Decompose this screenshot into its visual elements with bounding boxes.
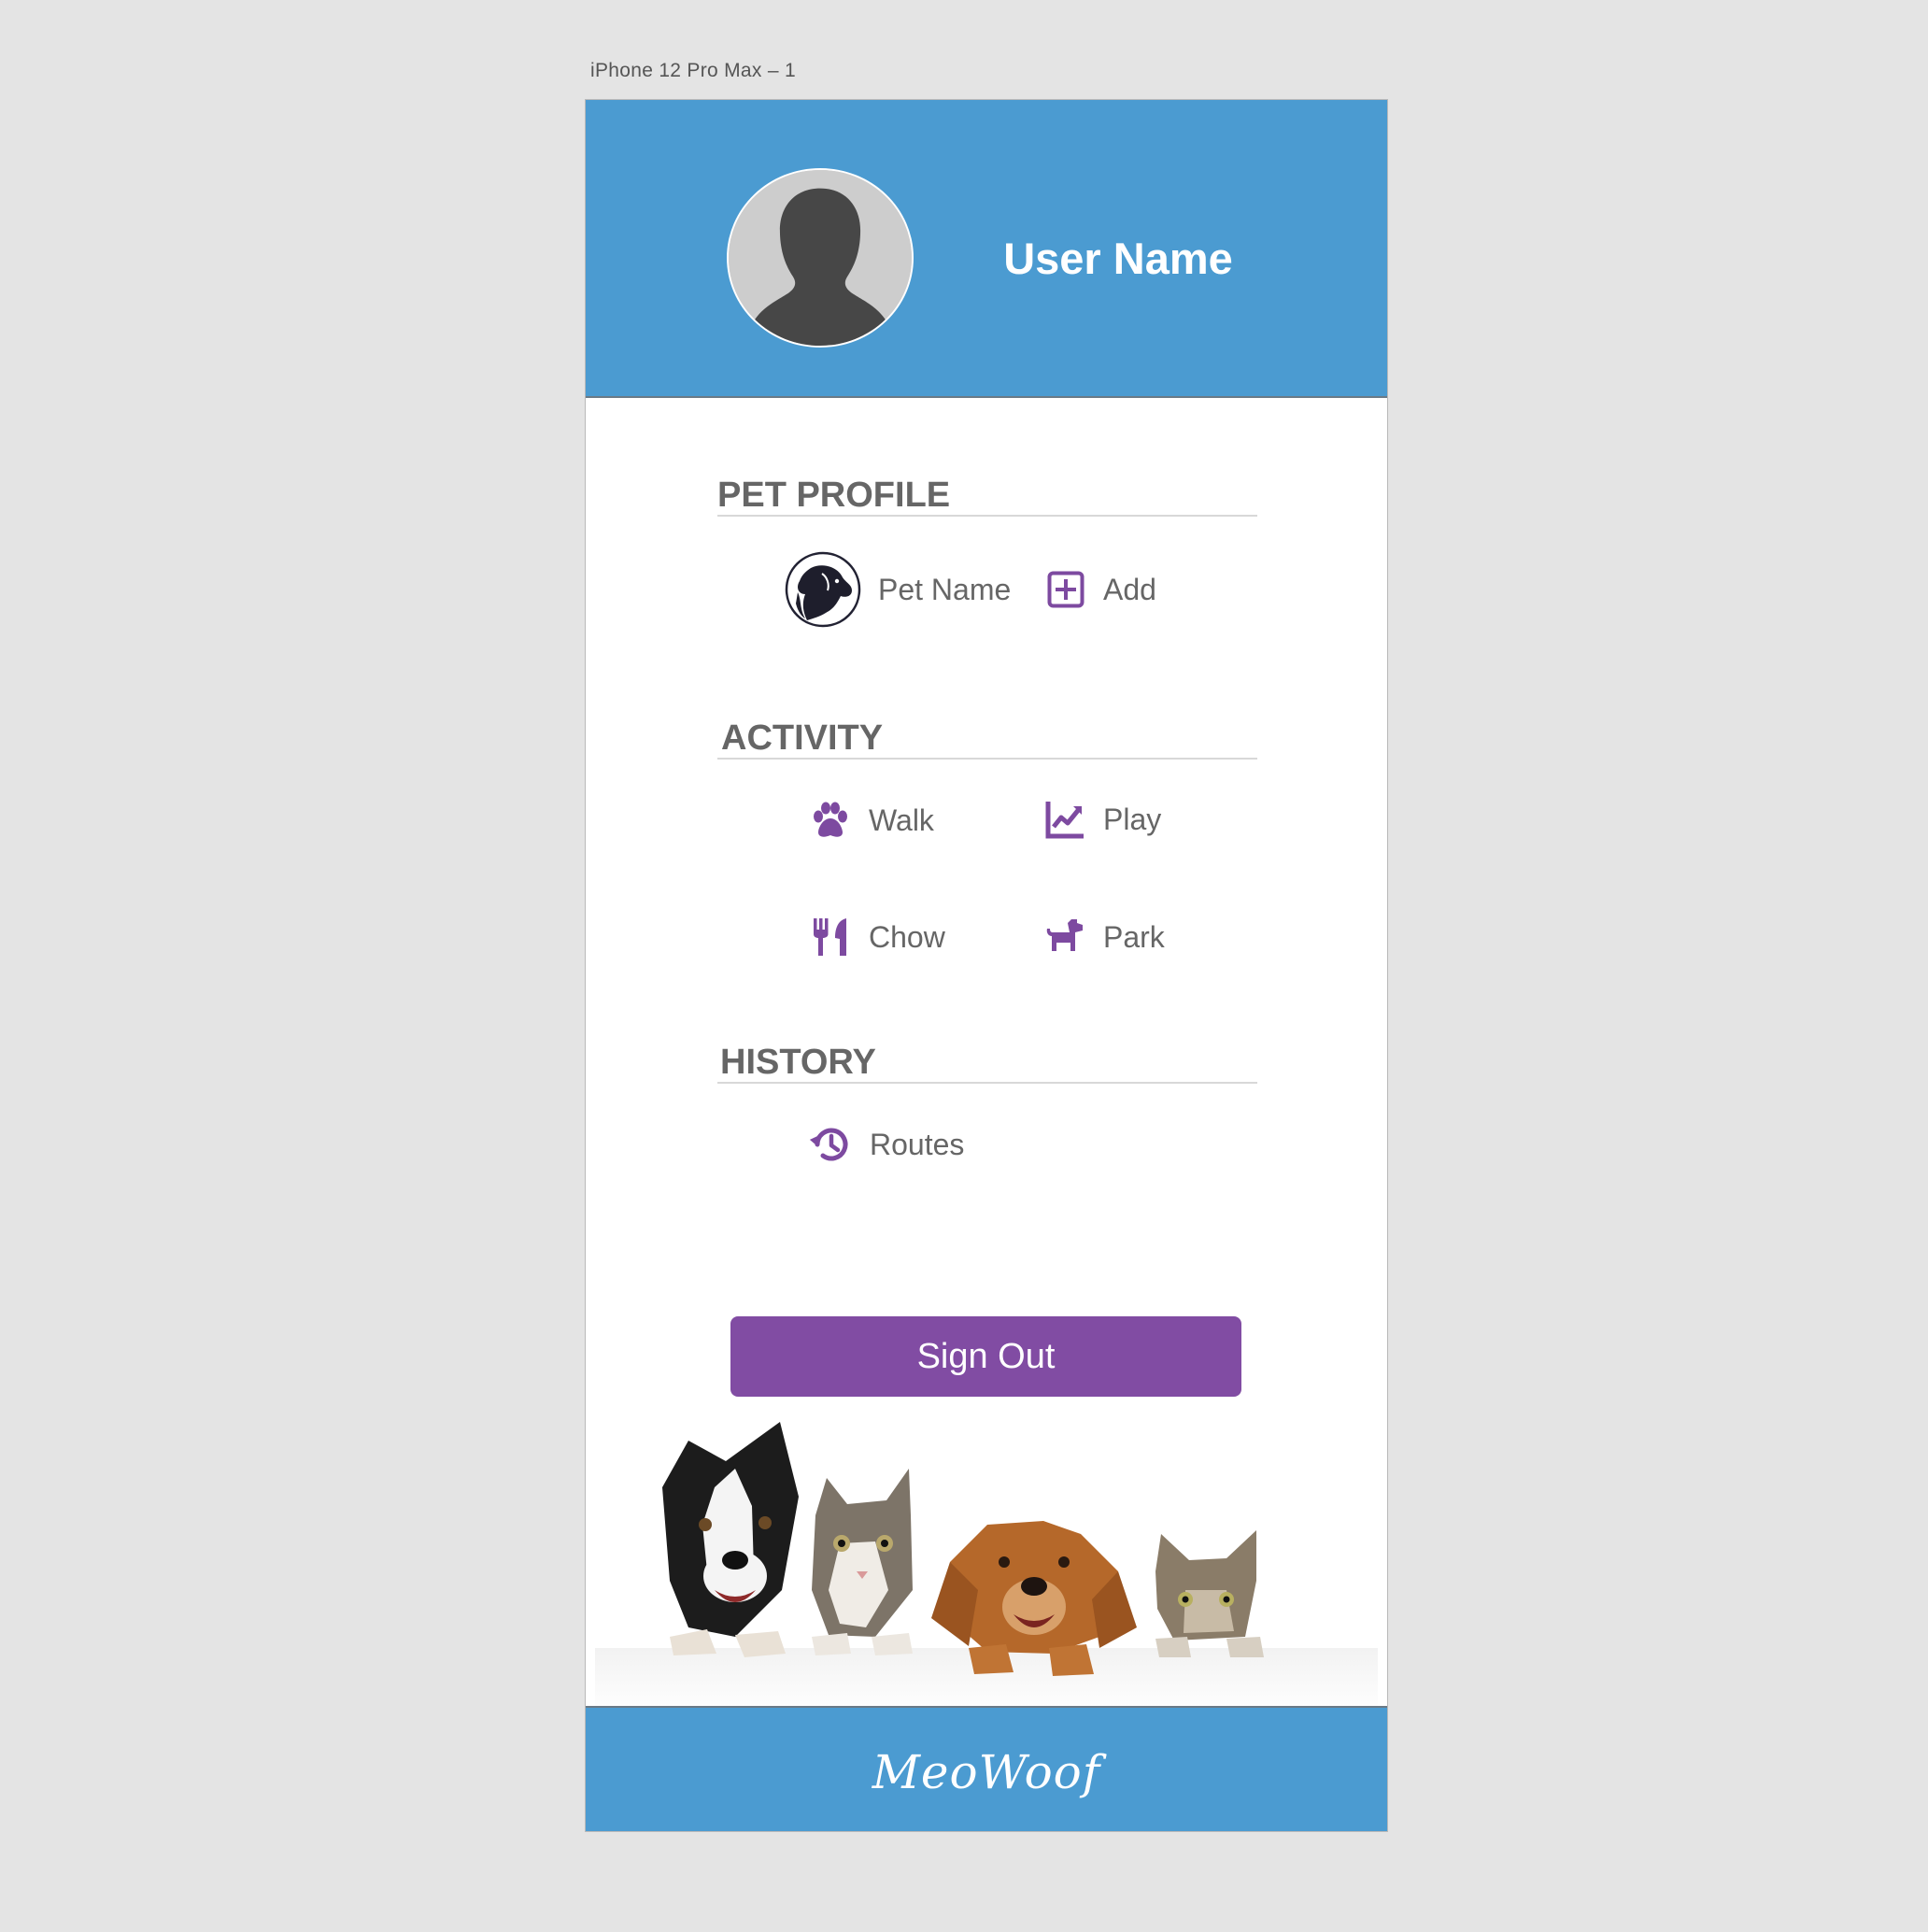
activity-park-label: Park	[1103, 919, 1165, 954]
profile-header: User Name	[586, 100, 1387, 398]
activity-walk[interactable]: Walk	[811, 802, 934, 839]
history-routes[interactable]: Routes	[810, 1124, 964, 1165]
section-title-activity: ACTIVITY	[717, 718, 1257, 760]
section-title-history: HISTORY	[717, 1043, 1257, 1084]
app-footer: MeoWoof	[586, 1706, 1387, 1831]
add-label: Add	[1103, 572, 1156, 606]
activity-park[interactable]: Park	[1045, 917, 1165, 957]
sign-out-button[interactable]: Sign Out	[730, 1316, 1241, 1397]
user-name: User Name	[1003, 234, 1233, 283]
history-routes-label: Routes	[870, 1127, 965, 1161]
add-pet-button[interactable]: Add	[1047, 571, 1156, 608]
person-silhouette-icon	[729, 170, 912, 346]
section-title-pet-profile: PET PROFILE	[717, 476, 1257, 517]
artboard-label: iPhone 12 Pro Max – 1	[590, 60, 796, 81]
dog-icon	[1045, 917, 1084, 957]
pet-profile-item[interactable]: Pet Name	[785, 551, 1011, 628]
pet-name: Pet Name	[878, 572, 1012, 606]
user-avatar[interactable]	[727, 168, 914, 348]
chart-line-icon	[1045, 800, 1084, 839]
brand-logo: MeoWoof	[872, 1745, 1101, 1799]
pet-avatar-icon	[785, 551, 861, 628]
history-icon	[810, 1124, 851, 1165]
activity-play-label: Play	[1103, 802, 1162, 836]
paw-icon	[811, 802, 850, 839]
phone-screen: User Name PET PROFILE Pet Name Add ACTIV…	[586, 100, 1387, 1831]
activity-walk-label: Walk	[869, 803, 934, 837]
utensils-icon	[811, 917, 850, 957]
activity-play[interactable]: Play	[1045, 800, 1161, 839]
activity-chow[interactable]: Chow	[811, 917, 945, 957]
activity-chow-label: Chow	[869, 919, 945, 954]
plus-square-icon	[1047, 571, 1084, 608]
